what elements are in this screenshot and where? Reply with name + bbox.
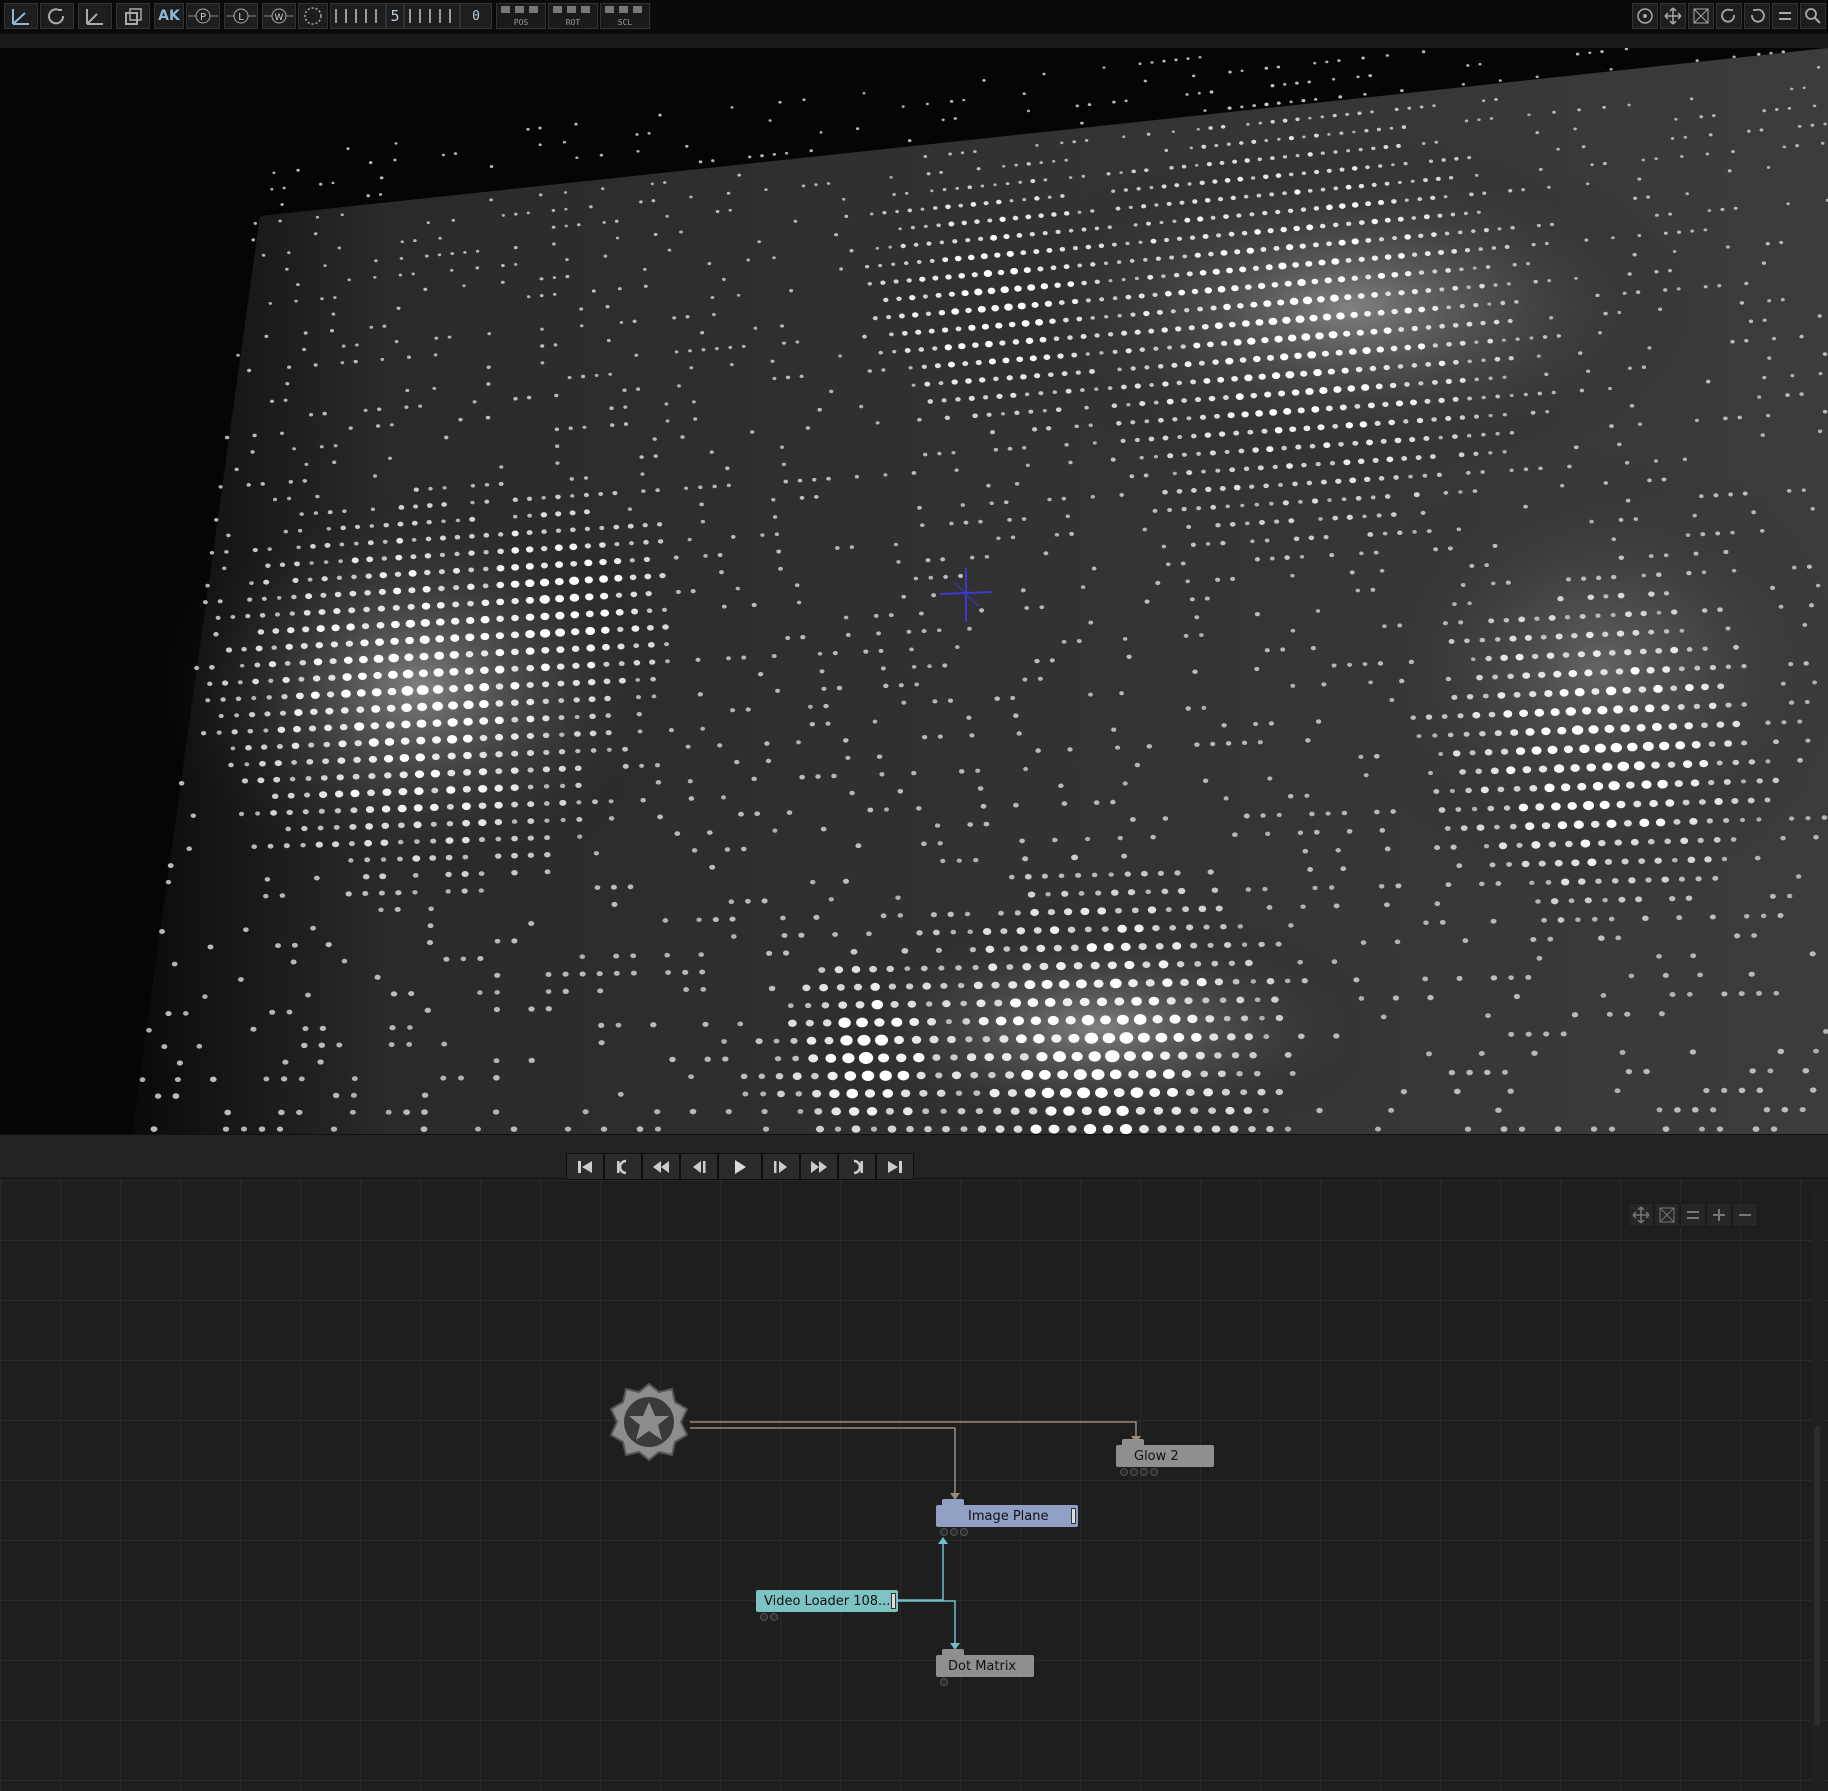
lock-rot[interactable]: ROT (548, 3, 598, 29)
lock-pos-label: POS (513, 18, 529, 27)
port[interactable] (1150, 1468, 1158, 1476)
counter-tail-value: 0 (472, 8, 480, 24)
svg-text:L: L (238, 12, 244, 23)
move-icon[interactable] (1628, 1203, 1654, 1227)
p-circle-icon[interactable]: P (186, 3, 220, 29)
port[interactable] (940, 1528, 948, 1536)
node-video-loader-ports (760, 1613, 778, 1621)
transport-bar (0, 1134, 1828, 1177)
node-video-loader[interactable]: Video Loader 108... (756, 1590, 898, 1621)
node-dot-matrix-ports (940, 1678, 948, 1686)
move-icon[interactable] (1660, 3, 1686, 29)
tick-ruler-right (404, 3, 460, 29)
w-circle-icon[interactable]: W (262, 3, 296, 29)
svg-text:W: W (275, 13, 284, 23)
counter-tail[interactable]: 0 (460, 3, 492, 29)
step-back-icon[interactable] (680, 1153, 718, 1180)
svg-text:P: P (200, 12, 206, 23)
fast-forward-icon[interactable] (800, 1153, 838, 1180)
node-graph[interactable] (0, 1180, 1828, 1791)
lock-pos[interactable]: POS (496, 3, 546, 29)
top-toolbar: AK P L W 5 0 POS ROT SCL (0, 0, 1828, 34)
node-glow-ports (1120, 1468, 1158, 1476)
scrollbar-thumb[interactable] (1814, 1426, 1820, 1726)
box-icon[interactable] (116, 3, 150, 29)
port[interactable] (1140, 1468, 1148, 1476)
axis-icon[interactable] (4, 3, 38, 29)
dotted-circle-icon[interactable] (298, 3, 328, 29)
playback-controls (566, 1153, 914, 1180)
port[interactable] (770, 1613, 778, 1621)
loop-forward-icon[interactable] (838, 1153, 876, 1180)
dot-matrix-render (132, 48, 1828, 1134)
node-video-loader-label: Video Loader 108... (764, 1593, 891, 1609)
target-icon[interactable] (1632, 3, 1658, 29)
node-output-cap[interactable] (1071, 1508, 1076, 1524)
plus-icon[interactable] (1706, 1203, 1732, 1227)
graph-scrollbar[interactable] (1812, 1186, 1822, 1786)
node-output-cap[interactable] (891, 1593, 896, 1609)
tick-ruler-left (330, 3, 386, 29)
equals-icon[interactable] (1680, 1203, 1706, 1227)
fit-icon[interactable] (1654, 1203, 1680, 1227)
graph-toolbar (1628, 1203, 1758, 1227)
port[interactable] (940, 1678, 948, 1686)
root-node-gear-icon[interactable] (605, 1378, 693, 1466)
skip-end-icon[interactable] (876, 1153, 914, 1180)
port[interactable] (1120, 1468, 1128, 1476)
play-icon[interactable] (718, 1153, 762, 1180)
port[interactable] (950, 1528, 958, 1536)
node-glow[interactable]: Glow 2 (1116, 1439, 1214, 1476)
rotate-icon[interactable] (40, 3, 74, 29)
redo-icon[interactable] (1716, 3, 1742, 29)
port[interactable] (960, 1528, 968, 1536)
counter-value: 5 (390, 7, 400, 25)
frame-counter[interactable]: 5 (386, 3, 404, 29)
ak-icon[interactable]: AK (154, 3, 184, 29)
node-dot-matrix[interactable]: Dot Matrix (936, 1649, 1034, 1686)
loop-back-icon[interactable] (604, 1153, 642, 1180)
equals-icon[interactable] (1772, 3, 1798, 29)
node-dot-matrix-label: Dot Matrix (948, 1658, 1017, 1674)
scale-axis-icon[interactable] (78, 3, 112, 29)
render-viewport[interactable] (0, 48, 1828, 1134)
lock-scl[interactable]: SCL (600, 3, 650, 29)
skip-start-icon[interactable] (566, 1153, 604, 1180)
node-image-plane[interactable]: Image Plane (936, 1499, 1078, 1536)
minus-icon[interactable] (1732, 1203, 1758, 1227)
fit-icon[interactable] (1688, 3, 1714, 29)
lock-scl-label: SCL (617, 18, 633, 27)
l-circle-icon[interactable]: L (224, 3, 258, 29)
port[interactable] (1130, 1468, 1138, 1476)
step-forward-icon[interactable] (762, 1153, 800, 1180)
node-glow-label: Glow 2 (1134, 1448, 1179, 1464)
undo-icon[interactable] (1744, 3, 1770, 29)
rewind-icon[interactable] (642, 1153, 680, 1180)
node-image-plane-ports (940, 1528, 968, 1536)
search-icon[interactable] (1800, 3, 1826, 29)
node-image-plane-label: Image Plane (968, 1508, 1049, 1524)
lock-rot-label: ROT (565, 18, 581, 27)
port[interactable] (760, 1613, 768, 1621)
